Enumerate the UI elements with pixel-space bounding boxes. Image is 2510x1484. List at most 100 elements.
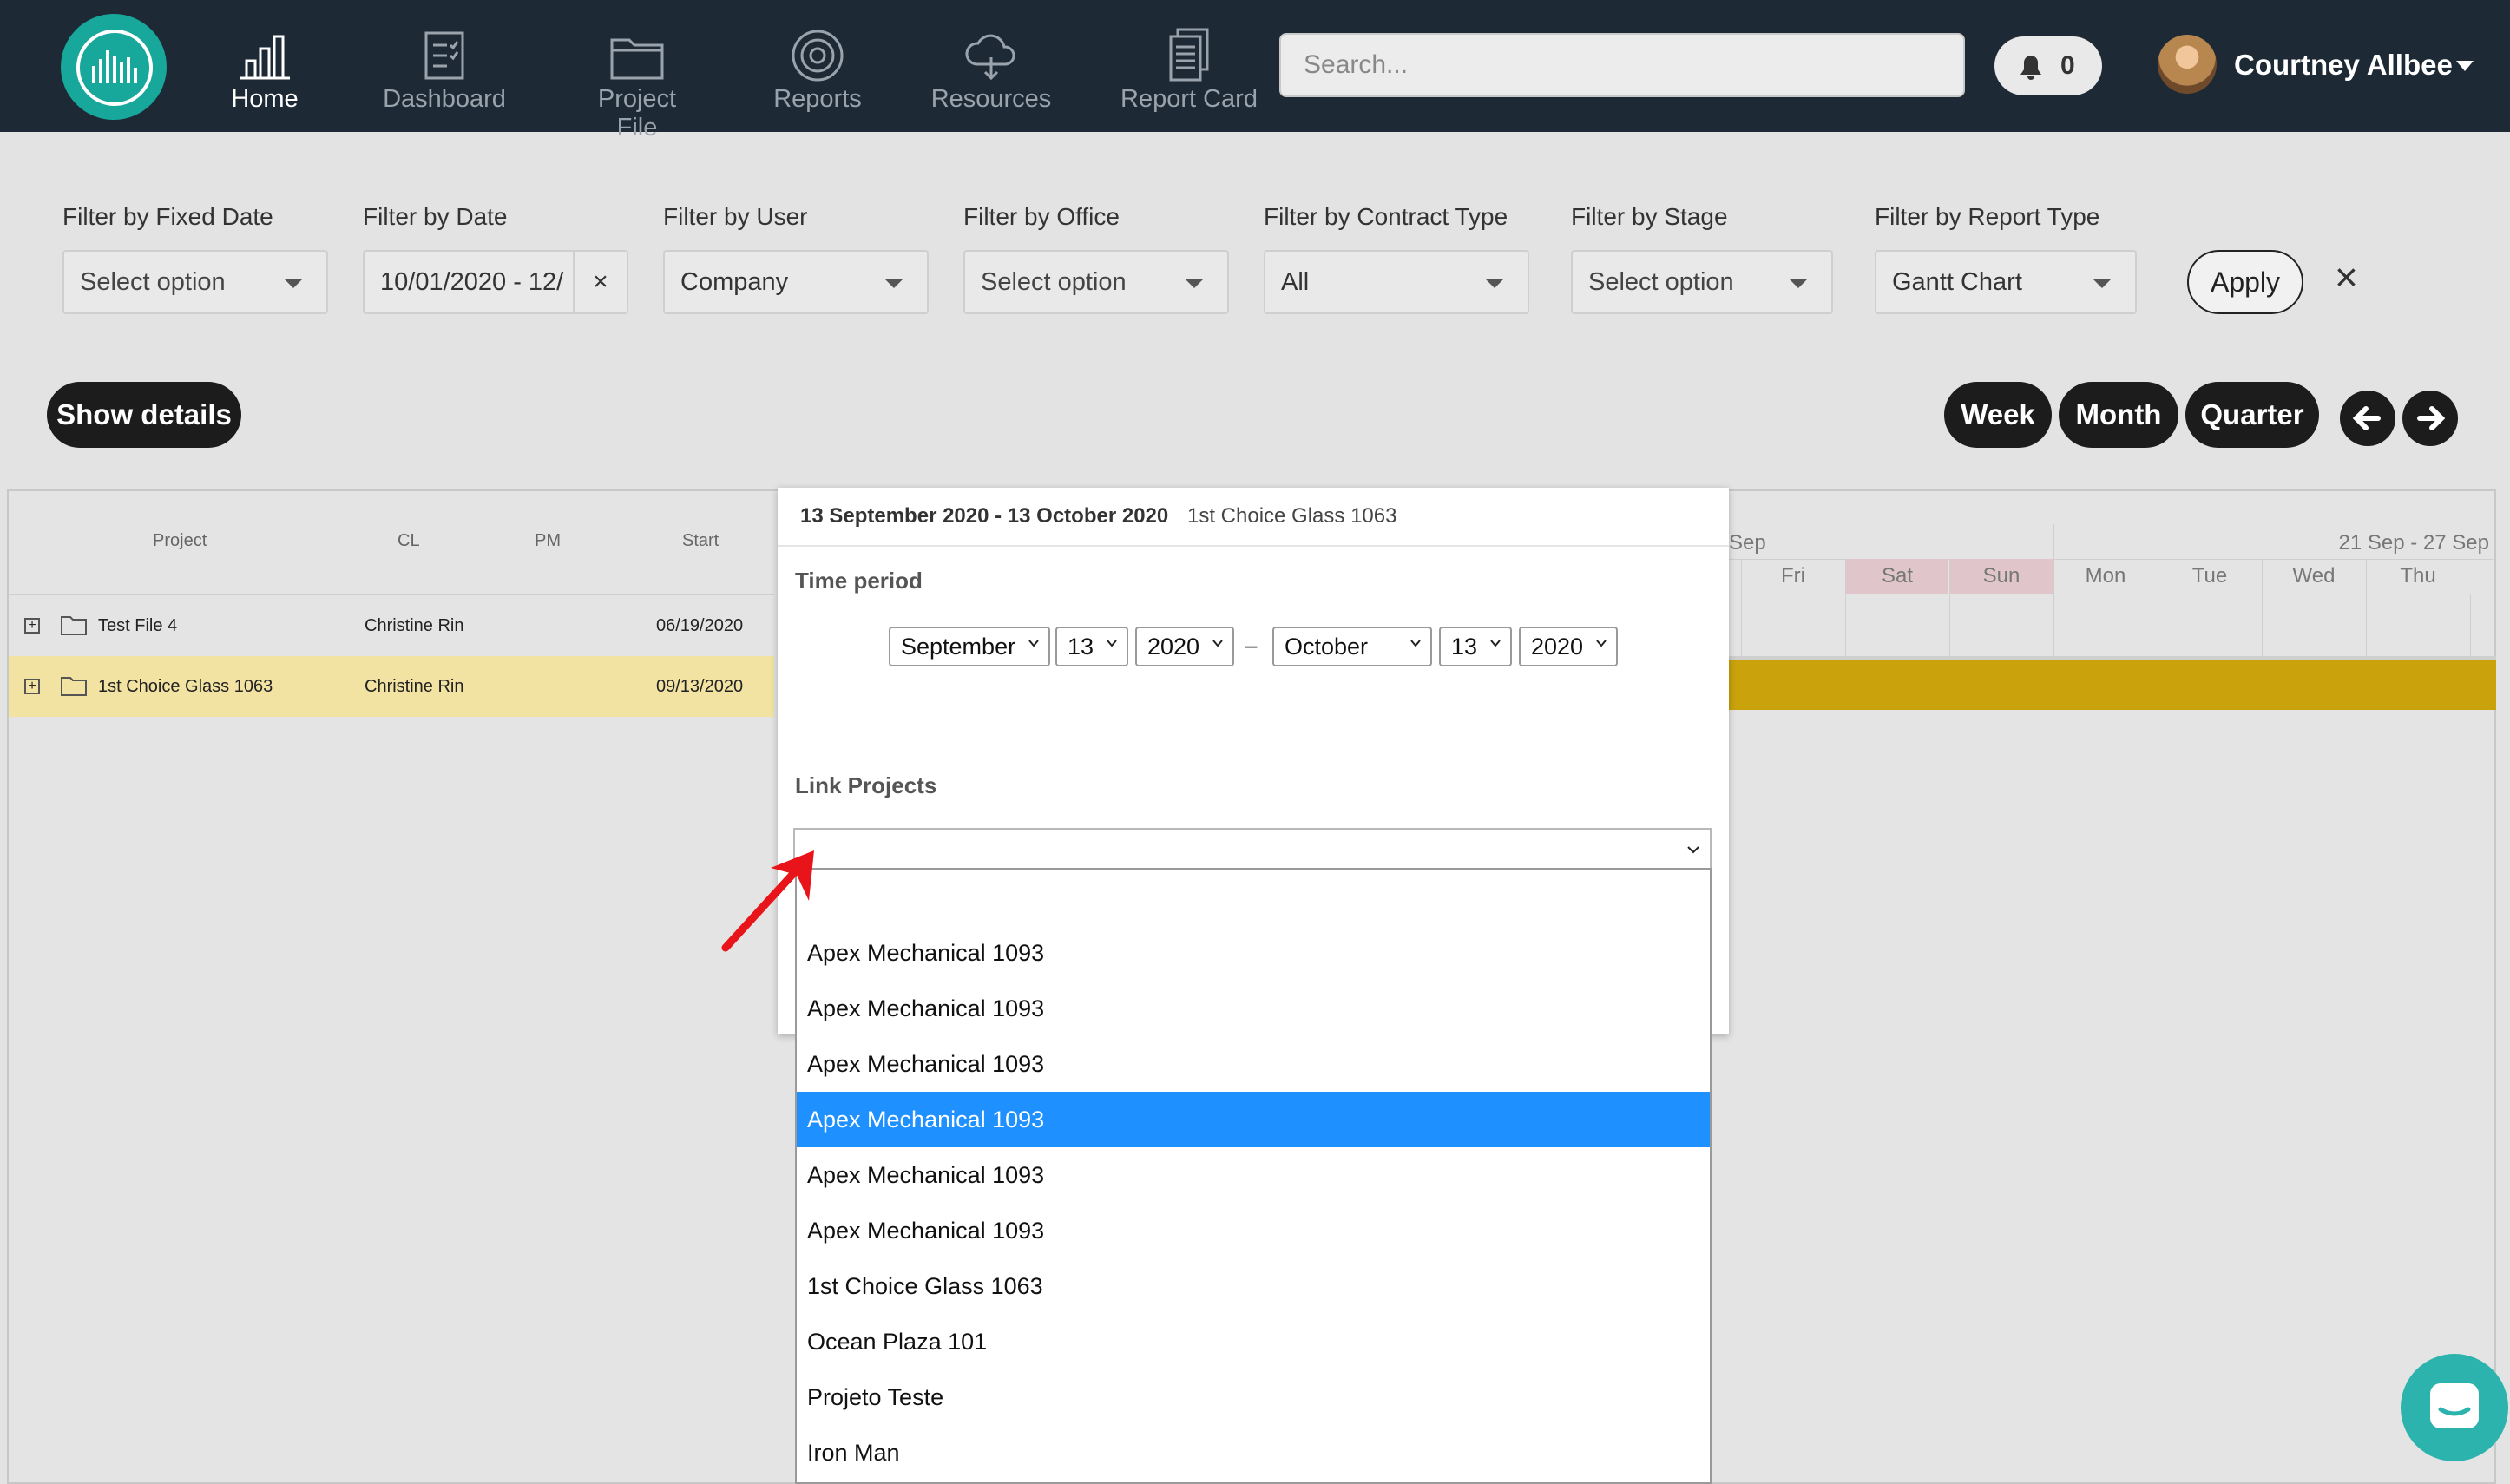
from-day-select[interactable]: 13 (1055, 627, 1128, 666)
search-input[interactable]: Search... (1279, 33, 1965, 97)
time-period-label: Time period (795, 568, 923, 594)
target-icon (792, 30, 844, 82)
arrow-left-icon (2352, 406, 2381, 430)
nav-reports[interactable]: Reports (764, 26, 871, 121)
day-tue: Tue (2158, 559, 2261, 594)
to-year-value: 2020 (1531, 634, 1584, 660)
dropdown-option[interactable]: Ocean Plaza 101 (797, 1314, 1710, 1369)
dropdown-option[interactable]: Iron Man (797, 1425, 1710, 1481)
from-year-select[interactable]: 2020 (1135, 627, 1234, 666)
column-project[interactable]: Project (153, 531, 207, 551)
previous-button[interactable] (2340, 391, 2395, 446)
filter-office-select[interactable]: Select option (963, 250, 1229, 314)
nav-resources-label: Resources (930, 85, 1052, 113)
logo-bars-icon (92, 50, 137, 83)
row-project: Test File 4 (98, 616, 178, 635)
expand-icon[interactable]: + (24, 618, 40, 634)
filter-stage-select[interactable]: Select option (1571, 250, 1833, 314)
to-year-select[interactable]: 2020 (1519, 627, 1618, 666)
close-filters-icon[interactable]: × (2335, 253, 2358, 300)
user-name[interactable]: Courtney Allbee (2234, 49, 2453, 82)
link-projects-dropdown[interactable]: Apex Mechanical 1093 Apex Mechanical 109… (795, 868, 1712, 1484)
filter-user-select[interactable]: Company (663, 250, 929, 314)
row-project: 1st Choice Glass 1063 (98, 677, 273, 696)
nav-report-card-label: Report Card (1120, 85, 1258, 113)
dropdown-option[interactable]: Apex Mechanical 1093 (797, 925, 1710, 981)
link-projects-label: Link Projects (795, 772, 937, 798)
filter-office-value: Select option (981, 268, 1127, 296)
nav-home[interactable]: Home (217, 26, 312, 121)
filter-report-label: Filter by Report Type (1875, 203, 2100, 230)
nav-report-card[interactable]: Report Card (1114, 26, 1264, 121)
grid-line (2053, 594, 2054, 656)
day-wed: Wed (2262, 559, 2365, 594)
arrow-right-icon (2417, 406, 2446, 430)
dropdown-option[interactable]: Apex Mechanical 1093 (797, 981, 1710, 1036)
dropdown-option[interactable]: Projeto Teste (797, 1369, 1710, 1425)
folder-icon (610, 38, 664, 80)
filter-fixed-date-select[interactable]: Select option (62, 250, 328, 314)
link-projects-select[interactable] (793, 828, 1712, 870)
chat-widget-button[interactable] (2401, 1354, 2508, 1461)
to-day-select[interactable]: 13 (1439, 627, 1512, 666)
from-month-select[interactable]: September (889, 627, 1050, 666)
chat-icon (2430, 1383, 2479, 1428)
grid-line (1949, 594, 1950, 656)
bell-icon (2020, 56, 2041, 80)
filter-user-label: Filter by User (663, 203, 808, 230)
apply-button[interactable]: Apply (2187, 250, 2303, 314)
dropdown-option-selected[interactable]: Apex Mechanical 1093 (797, 1092, 1710, 1147)
dropdown-option[interactable]: Apex Mechanical 1093 (797, 1147, 1710, 1203)
user-avatar[interactable] (2158, 35, 2217, 94)
day-thu: Thu (2366, 559, 2469, 594)
table-row[interactable]: + Test File 4 Christine Rin 06/19/2020 (9, 595, 774, 656)
clear-date-button[interactable]: × (573, 252, 627, 312)
quarter-button[interactable]: Quarter (2185, 382, 2319, 448)
expand-icon[interactable]: + (24, 679, 40, 694)
modal-date-range: 13 September 2020 - 13 October 2020 (800, 504, 1169, 528)
dropdown-option[interactable]: Apex Mechanical 1093 (797, 1203, 1710, 1258)
chevron-down-icon (1486, 279, 1503, 288)
grid-line (1845, 594, 1846, 656)
user-menu-caret-icon[interactable] (2456, 61, 2474, 71)
week-button[interactable]: Week (1944, 382, 2052, 448)
nav-project-file-label: Project File (597, 85, 677, 141)
chevron-down-icon (1596, 640, 1607, 647)
filter-contract-label: Filter by Contract Type (1264, 203, 1508, 230)
dropdown-option[interactable]: Apex Mechanical 1093 (797, 1036, 1710, 1092)
gantt-task-bar[interactable] (1729, 660, 2496, 710)
day-mon: Mon (2053, 559, 2157, 594)
nav-dashboard-label: Dashboard (383, 85, 506, 113)
dropdown-option[interactable]: 1st Choice Glass 1063 (797, 1258, 1710, 1314)
filter-report-select[interactable]: Gantt Chart (1875, 250, 2137, 314)
app-logo[interactable] (61, 14, 167, 120)
to-month-select[interactable]: October (1272, 627, 1432, 666)
filter-date-label: Filter by Date (363, 203, 508, 230)
filter-date-input[interactable]: 10/01/2020 - 12/ × (363, 250, 628, 314)
notifications-button[interactable]: 0 (1994, 36, 2102, 95)
filter-contract-value: All (1281, 268, 1310, 296)
chevron-down-icon (885, 279, 903, 288)
nav-resources[interactable]: Resources (930, 26, 1052, 121)
column-start[interactable]: Start (682, 531, 719, 551)
timeline-week-right: 21 Sep - 27 Sep (2338, 531, 2489, 555)
nav-project-file[interactable]: Project File (576, 26, 698, 141)
to-month-value: October (1285, 634, 1369, 660)
chevron-down-icon (1186, 279, 1203, 288)
filter-user-value: Company (680, 268, 789, 296)
bar-chart-icon (240, 35, 290, 80)
column-cl[interactable]: CL (398, 531, 420, 551)
month-button[interactable]: Month (2059, 382, 2178, 448)
nav-dashboard[interactable]: Dashboard (375, 26, 514, 121)
column-pm[interactable]: PM (535, 531, 561, 551)
filter-fixed-date-value: Select option (80, 268, 226, 296)
to-day-value: 13 (1451, 634, 1478, 660)
show-details-button[interactable]: Show details (47, 382, 241, 448)
next-button[interactable] (2402, 391, 2458, 446)
row-cl: Christine Rin (365, 616, 464, 635)
notification-count: 0 (2060, 51, 2075, 80)
chevron-down-icon (1028, 640, 1039, 647)
table-row-highlighted[interactable]: + 1st Choice Glass 1063 Christine Rin 09… (9, 656, 774, 717)
from-year-value: 2020 (1147, 634, 1200, 660)
filter-contract-select[interactable]: All (1264, 250, 1529, 314)
